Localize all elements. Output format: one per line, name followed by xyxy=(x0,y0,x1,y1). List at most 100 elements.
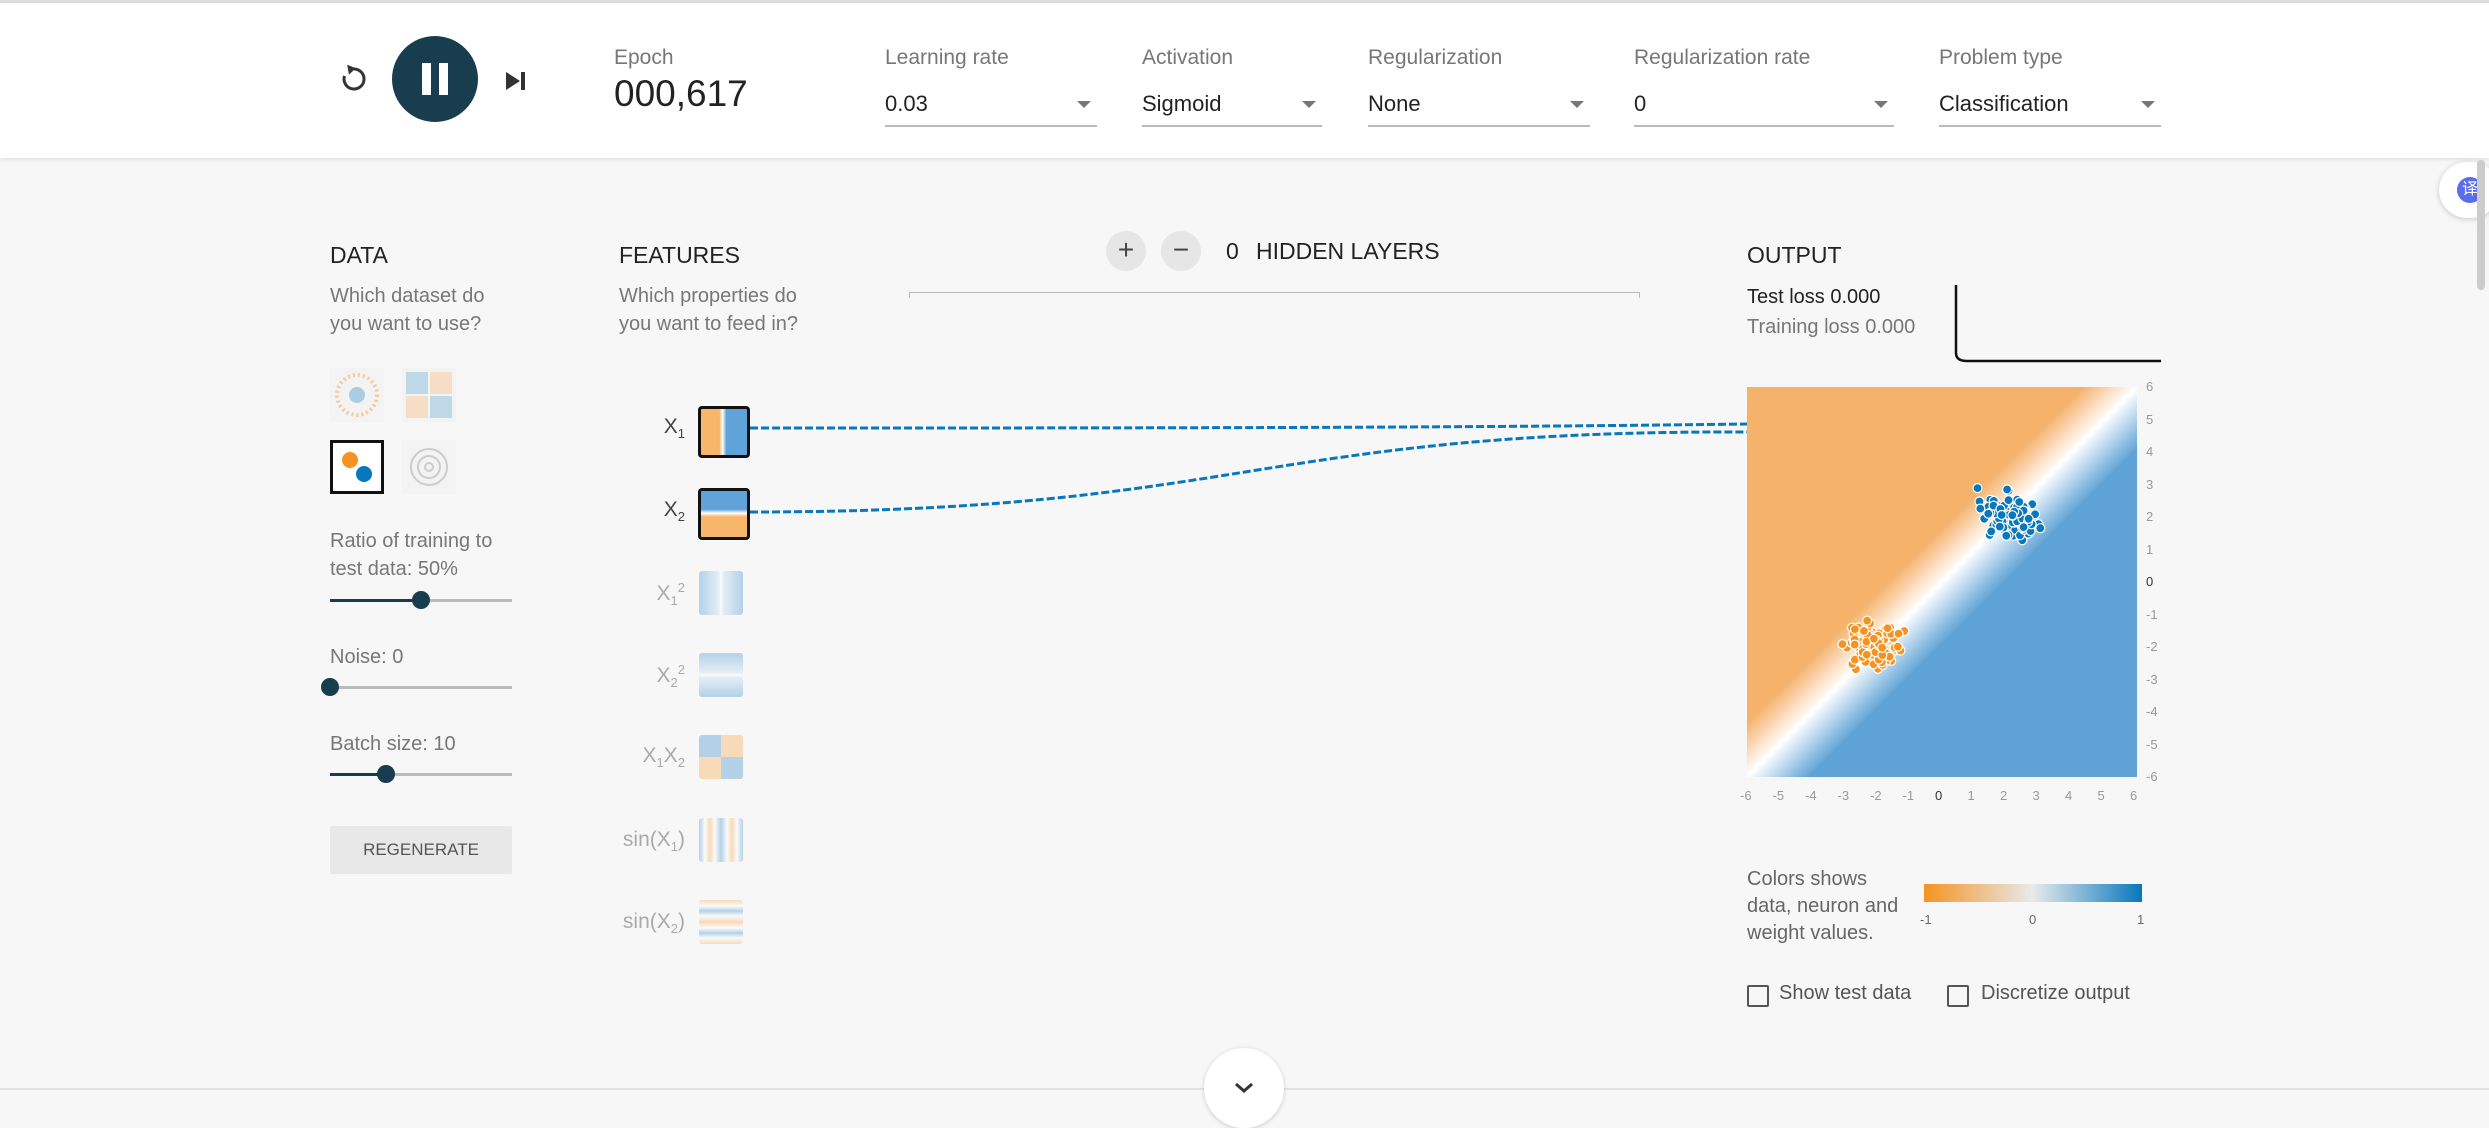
data-point xyxy=(2001,530,2012,541)
data-subtitle: Which dataset do you want to use? xyxy=(330,282,485,338)
ratio-slider-thumb[interactable] xyxy=(412,591,430,609)
loss-curve xyxy=(1954,285,2161,363)
expand-button[interactable] xyxy=(1204,1048,1284,1128)
problem-type-select[interactable]: Classification xyxy=(1939,87,2161,127)
feature-label-x2-squared: X22 xyxy=(615,662,685,690)
dataset-spiral[interactable] xyxy=(402,440,456,494)
x-tick: -3 xyxy=(1837,788,1850,803)
feature-sin-x1[interactable] xyxy=(699,818,743,862)
remove-layer-label: − xyxy=(1172,234,1190,265)
feature-label-text: ) xyxy=(678,828,685,851)
chevron-down-icon xyxy=(1235,1082,1253,1093)
feature-label-sup: 2 xyxy=(677,662,685,677)
feature-x1x2[interactable] xyxy=(699,735,743,779)
y-tick: 4 xyxy=(2146,444,2154,459)
dataset-gaussian[interactable] xyxy=(330,440,384,494)
batch-size-label: Batch size: 10 xyxy=(330,733,456,755)
feature-label-text: X xyxy=(642,744,657,767)
feature-label-sin-x1: sin(X1) xyxy=(605,828,685,854)
feature-label-text: X xyxy=(663,498,678,521)
ratio-slider-fill xyxy=(330,599,421,602)
x-tick: 0 xyxy=(1935,788,1943,803)
regularization-rate-select[interactable]: 0 xyxy=(1634,87,1894,127)
data-point xyxy=(2018,522,2029,533)
feature-label-text: X xyxy=(663,744,678,767)
activation-value: Sigmoid xyxy=(1142,91,1222,116)
data-point xyxy=(1983,508,1994,519)
discretize-output-checkbox[interactable] xyxy=(1947,985,1969,1007)
link-x1-output[interactable] xyxy=(749,422,1749,430)
pause-icon xyxy=(422,63,448,95)
data-point xyxy=(2003,494,2014,506)
data-point xyxy=(1892,641,1903,652)
data-point xyxy=(1893,628,1904,639)
data-subtitle-line: Which dataset do xyxy=(330,285,485,307)
x-tick: -4 xyxy=(1805,788,1817,803)
reset-button[interactable] xyxy=(334,59,374,99)
features-subtitle-line: you want to feed in? xyxy=(619,313,799,335)
scale-mid: 0 xyxy=(2029,912,2037,927)
feature-x1-squared[interactable] xyxy=(699,571,743,615)
data-point xyxy=(1849,624,1861,635)
data-point xyxy=(1849,639,1860,650)
data-point xyxy=(1882,623,1893,634)
feature-label-sub: 2 xyxy=(677,755,685,771)
feature-x2-squared[interactable] xyxy=(699,653,743,697)
scrollbar[interactable] xyxy=(2477,160,2485,290)
problem-type-label: Problem type xyxy=(1939,46,2063,69)
x-tick: 3 xyxy=(2032,788,2040,803)
feature-label-x2: X2 xyxy=(615,498,685,524)
y-tick: 0 xyxy=(2146,574,2154,589)
x-tick: -1 xyxy=(1902,788,1915,803)
data-point xyxy=(1986,526,1997,537)
loss-chart xyxy=(1954,285,2161,363)
learning-rate-value: 0.03 xyxy=(885,91,928,116)
reset-icon xyxy=(342,64,366,91)
data-point xyxy=(1994,521,2005,532)
network-links xyxy=(749,422,1749,514)
dataset-xor[interactable] xyxy=(402,368,456,422)
activation-select[interactable]: Sigmoid xyxy=(1142,87,1322,127)
add-layer-button[interactable]: + xyxy=(1106,231,1146,271)
play-pause-button[interactable] xyxy=(392,36,478,122)
y-tick: -5 xyxy=(2146,736,2158,752)
remove-layer-button[interactable]: − xyxy=(1161,231,1201,271)
scale-max: 1 xyxy=(2137,912,2145,927)
step-button[interactable] xyxy=(500,65,532,97)
hidden-layers-label: HIDDEN LAYERS xyxy=(1256,238,1440,264)
regularization-label: Regularization xyxy=(1368,46,1503,69)
show-test-data-checkbox[interactable] xyxy=(1747,985,1769,1007)
y-tick: 3 xyxy=(2146,476,2154,492)
scale-min: -1 xyxy=(1920,912,1932,927)
learning-rate-select[interactable]: 0.03 xyxy=(885,87,1097,127)
x-tick: 6 xyxy=(2130,788,2138,803)
feature-label-sub: 2 xyxy=(677,509,685,525)
training-loss: Training loss 0.000 xyxy=(1747,316,1916,338)
ratio-label-line: Ratio of training to xyxy=(330,530,493,552)
features-title: FEATURES xyxy=(619,242,740,268)
noise-slider-track[interactable] xyxy=(330,686,512,689)
regenerate-button[interactable]: REGENERATE xyxy=(330,826,512,874)
batch-slider-thumb[interactable] xyxy=(377,765,396,783)
x-tick: 5 xyxy=(2097,788,2105,803)
x-tick: -5 xyxy=(1772,788,1785,803)
feature-label-sub: 1 xyxy=(677,426,685,442)
feature-label-sup: 2 xyxy=(677,580,685,595)
color-scale-bar xyxy=(1924,884,2142,902)
add-layer-label: + xyxy=(1117,234,1135,265)
features-subtitle-line: Which properties do xyxy=(619,285,797,307)
noise-slider-thumb[interactable] xyxy=(321,678,339,696)
dataset-circle[interactable] xyxy=(330,368,384,422)
show-test-data-label[interactable]: Show test data xyxy=(1779,982,1911,1005)
link-x2-output[interactable] xyxy=(749,430,1749,514)
problem-type-value: Classification xyxy=(1939,91,2069,116)
step-icon xyxy=(506,72,525,90)
feature-sin-x2[interactable] xyxy=(699,900,743,944)
data-point xyxy=(2002,484,2013,495)
hidden-layer-count: 0 xyxy=(1226,238,1239,264)
discretize-output-label[interactable]: Discretize output xyxy=(1981,982,2130,1005)
regularization-select[interactable]: None xyxy=(1368,87,1590,127)
x-tick: -6 xyxy=(1740,788,1752,803)
legend-line: weight values. xyxy=(1747,922,1874,944)
chevron-down-icon xyxy=(1874,101,1888,108)
